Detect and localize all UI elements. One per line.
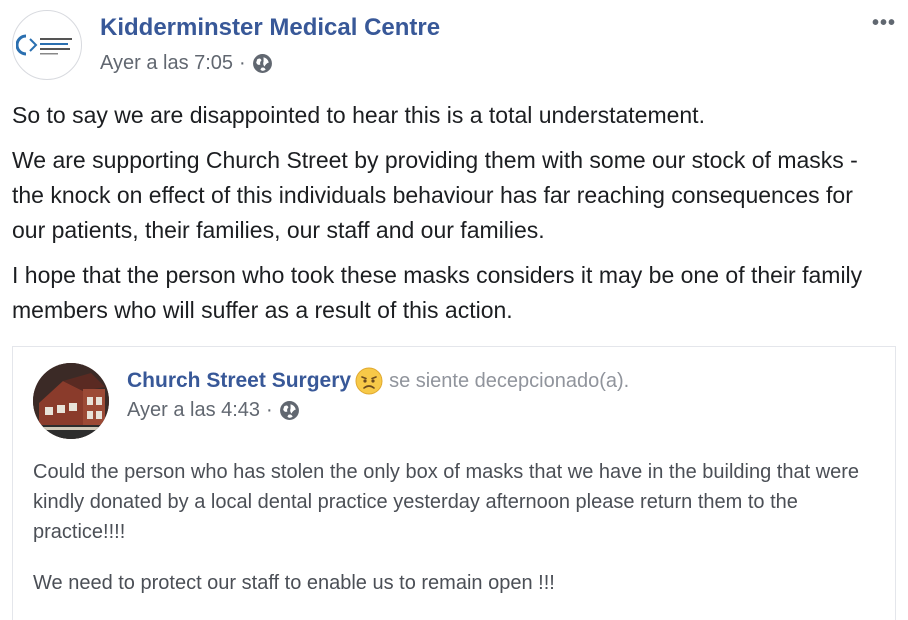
page-avatar[interactable] — [12, 10, 82, 80]
more-options-button[interactable]: ••• — [872, 12, 896, 35]
disappointed-face-icon — [355, 367, 383, 395]
post-paragraph: I hope that the person who took these ma… — [12, 262, 863, 323]
post-header: Kidderminster Medical Centre Ayer a las … — [12, 10, 896, 90]
post-paragraph: So to say we are disappointed to hear th… — [12, 102, 705, 128]
building-photo-icon — [33, 363, 109, 439]
globe-icon[interactable] — [279, 400, 300, 421]
post-body: So to say we are disappointed to hear th… — [12, 98, 892, 338]
meta-separator: · — [266, 399, 273, 421]
feeling-text: se siente decepcionado(a). — [389, 369, 630, 392]
post-meta: Ayer a las 7:05 · — [100, 52, 273, 75]
meta-separator: · — [239, 52, 246, 74]
post-timestamp[interactable]: Ayer a las 7:05 — [100, 52, 233, 75]
medical-centre-logo-icon — [16, 34, 72, 56]
shared-post-meta: Ayer a las 4:43 · — [127, 399, 300, 422]
post-author-link[interactable]: Kidderminster Medical Centre — [100, 14, 440, 42]
post-paragraph: We are supporting Church Street by provi… — [12, 147, 858, 243]
shared-post-paragraph: Could the person who has stolen the only… — [33, 461, 860, 543]
shared-page-avatar[interactable] — [33, 363, 109, 439]
shared-author-link[interactable]: Church Street Surgery — [127, 369, 351, 393]
shared-post[interactable]: Church Street Surgery se siente decepcio… — [12, 346, 896, 620]
shared-post-paragraph: We need to protect our staff to enable u… — [33, 572, 555, 594]
shared-post-header: Church Street Surgery se siente decepcio… — [127, 367, 629, 395]
globe-icon[interactable] — [252, 53, 273, 74]
shared-post-body: Could the person who has stolen the only… — [33, 457, 883, 619]
shared-post-timestamp[interactable]: Ayer a las 4:43 — [127, 399, 260, 422]
